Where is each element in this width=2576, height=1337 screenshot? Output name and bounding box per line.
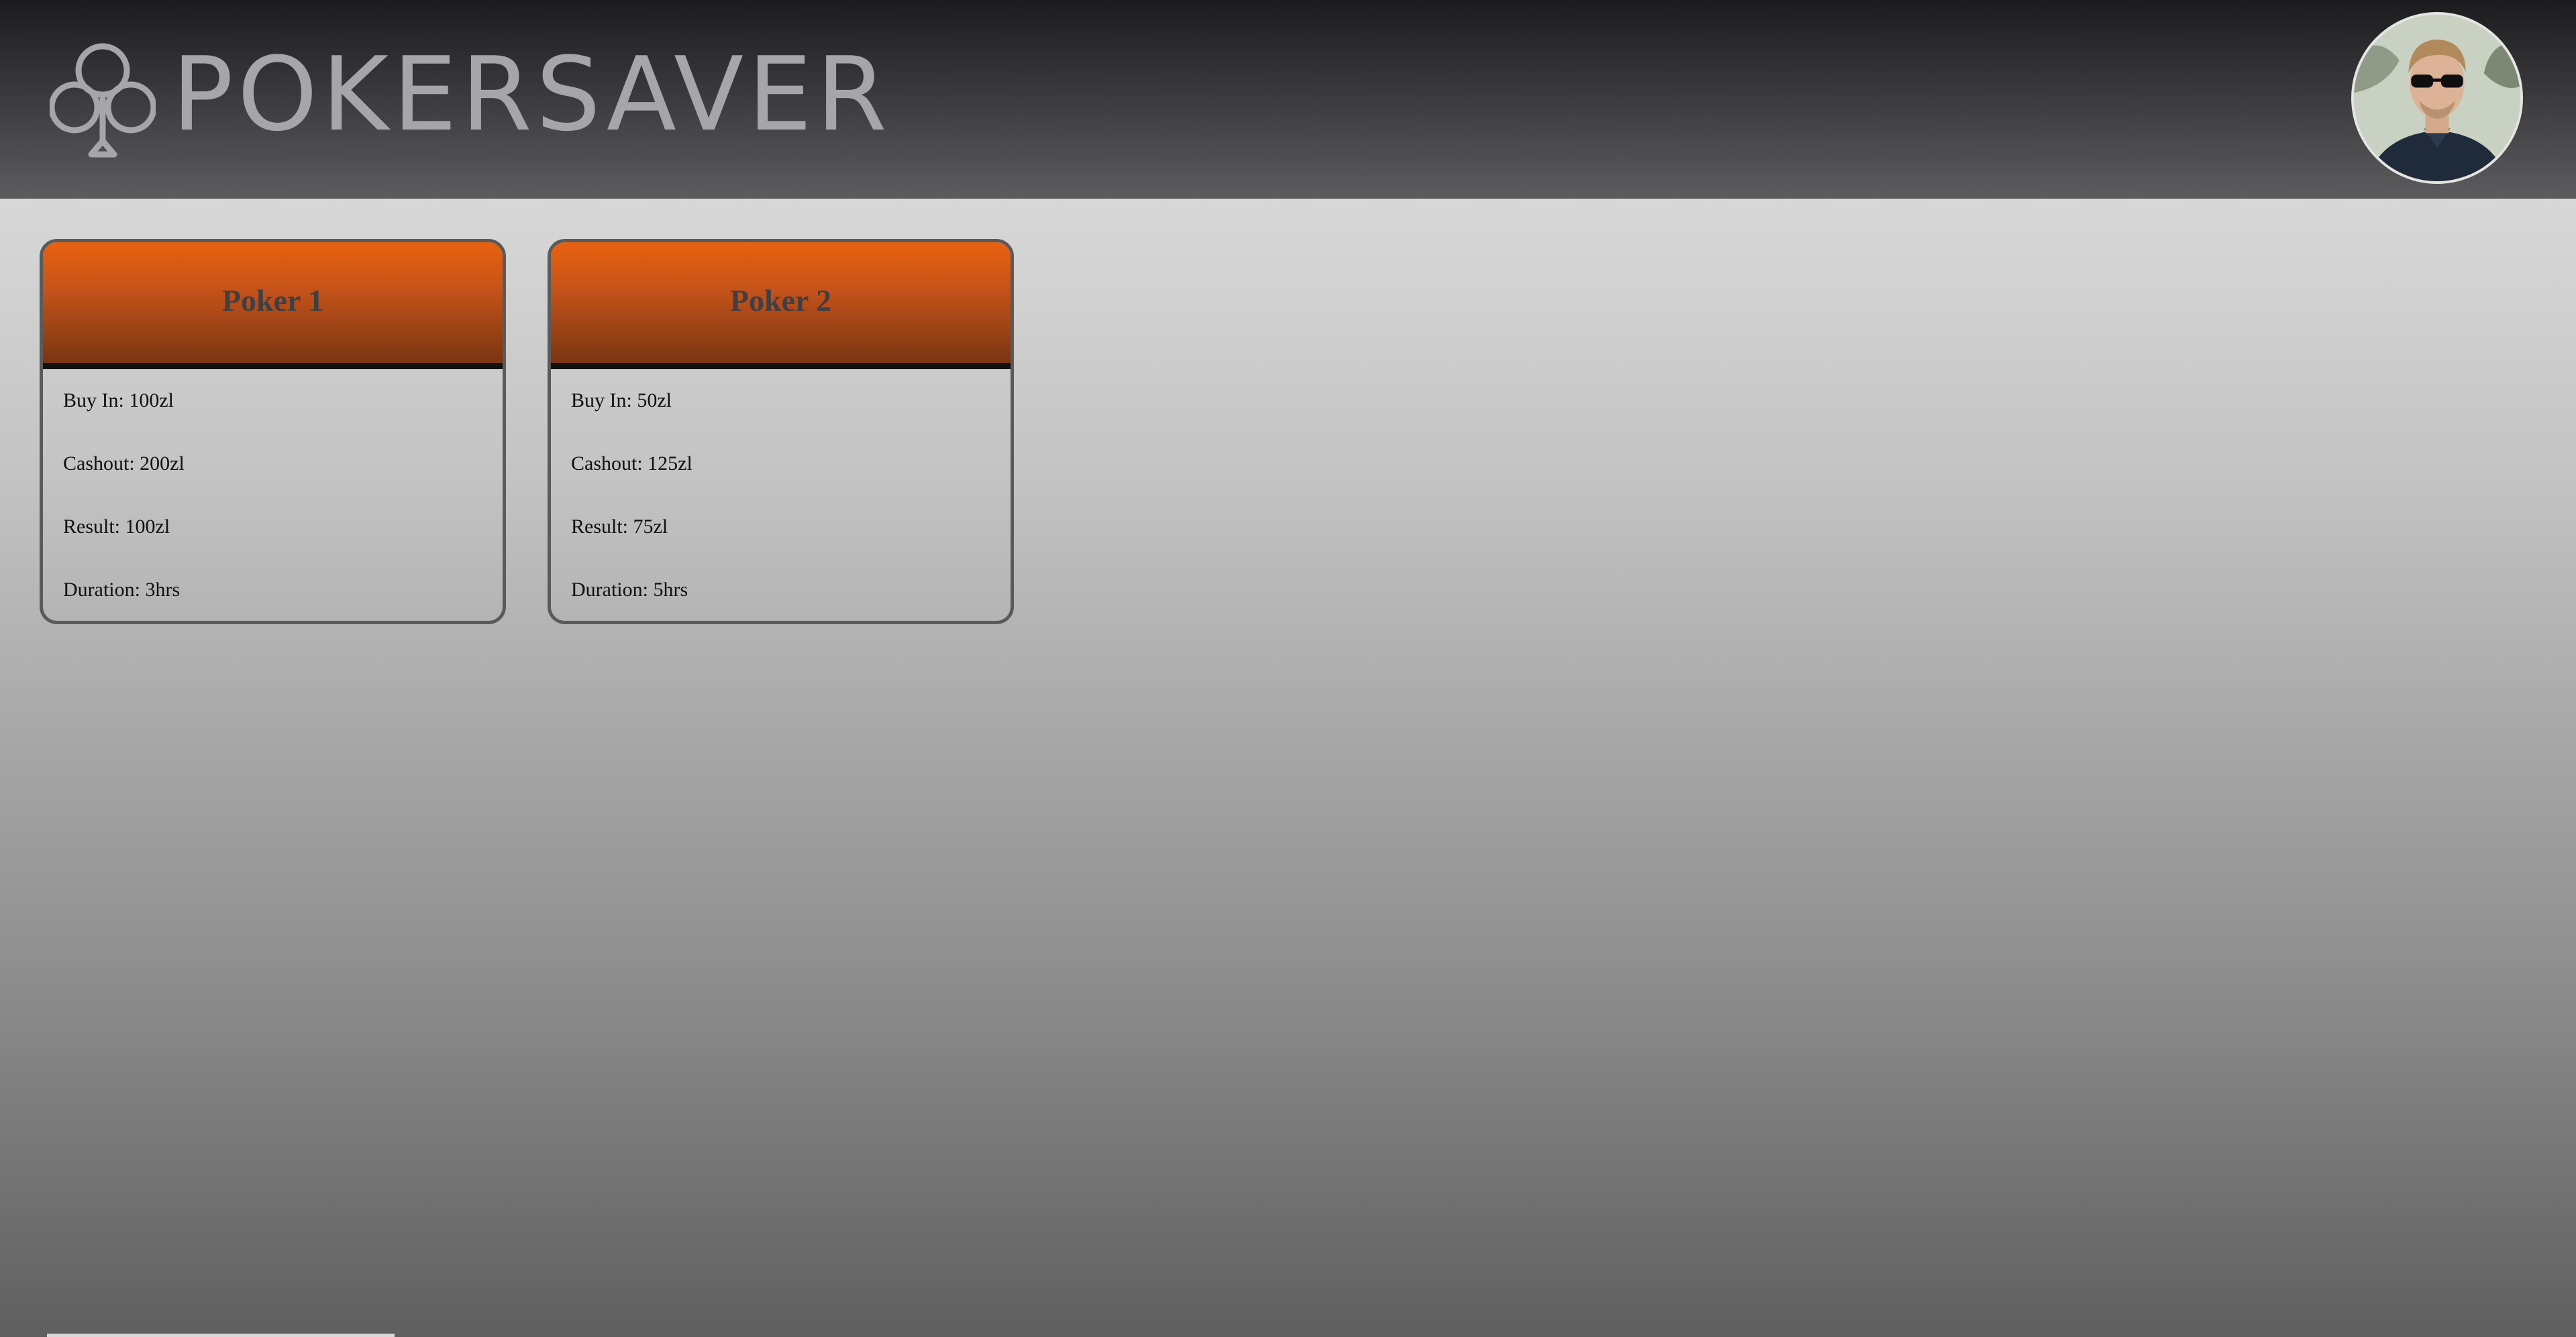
session-card[interactable]: Poker 1 Buy In: 100zl Cashout: 200zl Res… — [40, 239, 506, 624]
session-card-header: Poker 2 — [551, 242, 1011, 369]
bottom-scroll-indicator — [47, 1334, 395, 1337]
brand-logo[interactable]: POKERSAVER — [50, 40, 891, 160]
session-card[interactable]: Poker 2 Buy In: 50zl Cashout: 125zl Resu… — [548, 239, 1014, 624]
avatar-photo — [2354, 15, 2520, 181]
result-value: Result: 75zl — [571, 515, 668, 538]
top-header: POKERSAVER — [0, 0, 2576, 199]
session-details: Buy In: 100zl Cashout: 200zl Result: 100… — [43, 369, 503, 621]
duration-value: Duration: 5hrs — [571, 579, 688, 601]
club-icon — [50, 43, 156, 158]
cashout-value: Cashout: 200zl — [63, 452, 185, 475]
buy-in-value: Buy In: 100zl — [63, 389, 174, 411]
result-value: Result: 100zl — [63, 515, 170, 538]
buy-in-value: Buy In: 50zl — [571, 389, 672, 411]
duration-value: Duration: 3hrs — [63, 579, 181, 601]
session-title: Poker 2 — [729, 283, 832, 317]
user-avatar[interactable] — [2351, 12, 2523, 184]
session-title: Poker 1 — [221, 283, 324, 317]
session-card-header: Poker 1 — [43, 242, 503, 369]
brand-name: POKERSAVER — [172, 35, 891, 154]
cashout-value: Cashout: 125zl — [571, 452, 692, 475]
session-details: Buy In: 50zl Cashout: 125zl Result: 75zl… — [551, 369, 1011, 621]
